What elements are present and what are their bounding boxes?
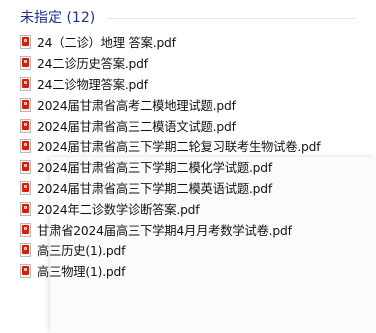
pdf-icon — [20, 139, 31, 154]
file-name: 24（二诊）地理 答案.pdf — [37, 36, 176, 51]
pdf-icon — [20, 76, 31, 91]
group-title[interactable]: 未指定 (12) — [20, 7, 95, 27]
file-item[interactable]: 24（二诊）地理 答案.pdf — [20, 32, 320, 53]
file-name: 2024届甘肃省高考二模地理试题.pdf — [37, 98, 236, 113]
file-name: 2024届甘肃省高三下学期二模化学试题.pdf — [37, 161, 272, 176]
group-header[interactable]: 未指定 (12) — [20, 6, 356, 28]
file-item[interactable]: 2024年二诊数学诊断答案.pdf — [20, 198, 320, 219]
pdf-icon — [20, 243, 31, 258]
file-list: 24（二诊）地理 答案.pdf 24二诊历史答案.pdf 24二诊物理答案.pd… — [20, 32, 321, 282]
file-item[interactable]: 2024届甘肃省高三下学期二轮复习联考生物试卷.pdf — [20, 136, 321, 157]
file-name: 甘肃省2024届高三下学期4月月考数学试卷.pdf — [37, 223, 292, 238]
file-item[interactable]: 2024届甘肃省高三二模语文试题.pdf — [20, 115, 320, 136]
file-item[interactable]: 高三历史(1).pdf — [20, 240, 320, 261]
file-name: 2024届甘肃省高三下学期二模英语试题.pdf — [37, 181, 272, 196]
pdf-icon — [20, 264, 31, 279]
file-name: 2024届甘肃省高三下学期二轮复习联考生物试卷.pdf — [37, 140, 321, 155]
file-item[interactable]: 高三物理(1).pdf — [20, 261, 320, 282]
pdf-icon — [20, 118, 31, 133]
pdf-icon — [20, 35, 31, 50]
file-item[interactable]: 2024届甘肃省高三下学期二模化学试题.pdf — [20, 157, 320, 178]
file-name: 高三历史(1).pdf — [37, 244, 126, 259]
pdf-icon — [20, 201, 31, 216]
file-item[interactable]: 2024届甘肃省高考二模地理试题.pdf — [20, 94, 320, 115]
file-item[interactable]: 2024届甘肃省高三下学期二模英语试题.pdf — [20, 178, 320, 199]
pdf-icon — [20, 160, 31, 175]
pdf-icon — [20, 180, 31, 195]
pdf-icon — [20, 56, 31, 71]
file-name: 高三物理(1).pdf — [37, 265, 126, 280]
pdf-icon — [20, 97, 31, 112]
file-name: 2024届甘肃省高三二模语文试题.pdf — [37, 119, 236, 134]
file-name: 24二诊历史答案.pdf — [37, 57, 148, 72]
group-divider — [107, 17, 356, 19]
file-item[interactable]: 24二诊历史答案.pdf — [20, 53, 320, 74]
file-name: 2024年二诊数学诊断答案.pdf — [37, 202, 200, 217]
pdf-icon — [20, 222, 31, 237]
file-item[interactable]: 24二诊物理答案.pdf — [20, 74, 320, 95]
file-name: 24二诊物理答案.pdf — [37, 77, 148, 92]
file-item[interactable]: 甘肃省2024届高三下学期4月月考数学试卷.pdf — [20, 219, 320, 240]
